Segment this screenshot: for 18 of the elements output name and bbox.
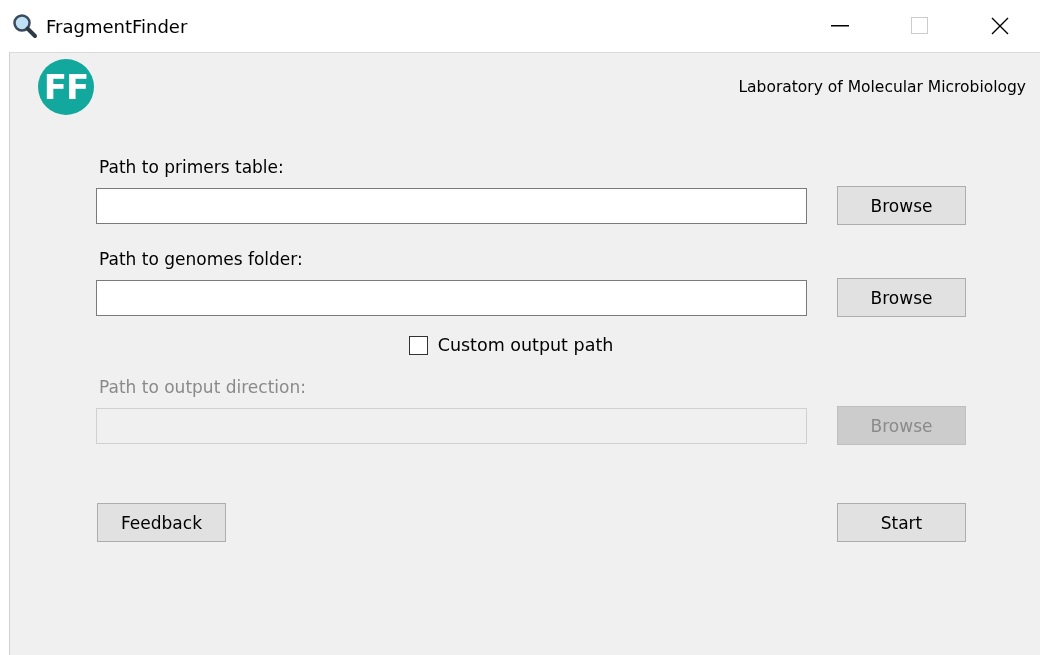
field-label: Path to output direction: (99, 377, 307, 397)
window-title: FragmentFinder (46, 15, 189, 37)
logo: FF (38, 59, 94, 115)
action-button[interactable]: Start (837, 503, 966, 542)
field-label: Path to genomes folder: (99, 249, 304, 269)
magnifier-icon (12, 13, 38, 39)
browse-button[interactable]: Browse (837, 278, 966, 317)
path-field[interactable] (96, 279, 807, 316)
action-button[interactable]: Feedback (97, 503, 226, 542)
field-label: Path to primers table: (99, 157, 285, 177)
browse-button[interactable]: Browse (837, 186, 966, 225)
close-icon (991, 17, 1009, 35)
checkbox[interactable] (408, 335, 428, 355)
maximize-icon (911, 17, 929, 35)
path-field[interactable] (96, 187, 807, 224)
checkbox-label: Custom output path (437, 335, 614, 355)
organization-name: Laboratory of Molecular Microbiology (738, 78, 1026, 96)
minimize-icon (831, 25, 849, 27)
